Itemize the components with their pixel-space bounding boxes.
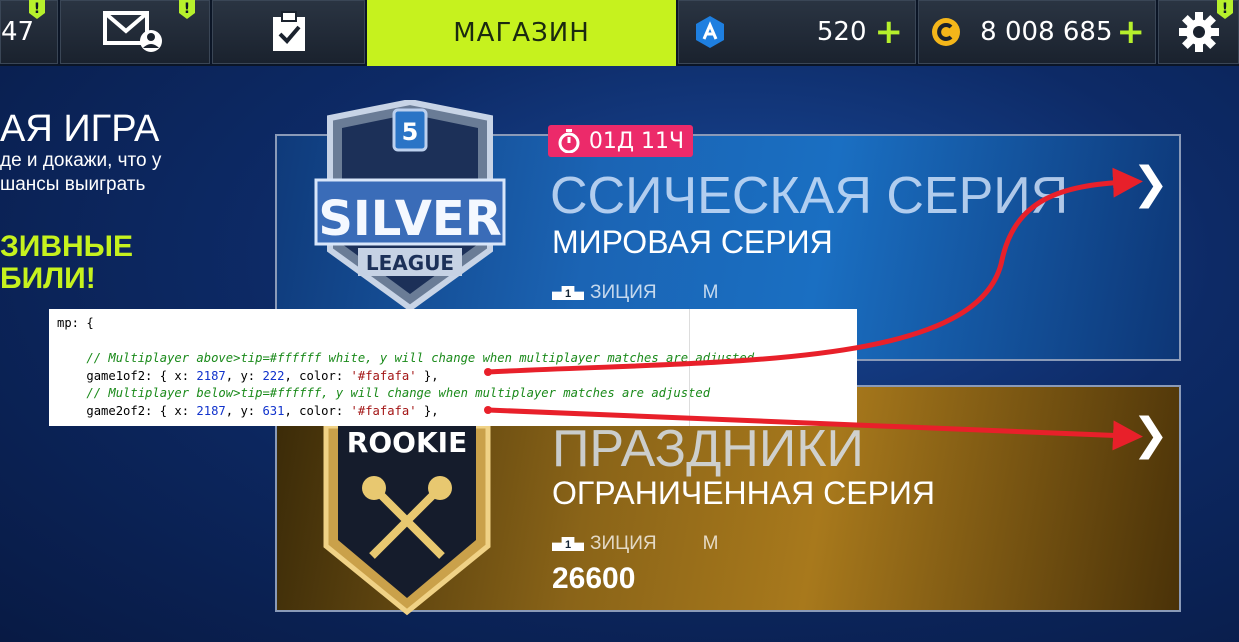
annotation-arrow-bottom — [487, 407, 1143, 451]
annotation-arrow-top-origin — [484, 368, 492, 376]
annotation-arrow-top — [487, 167, 1143, 375]
annotation-arrows — [484, 167, 1143, 451]
annotation-arrow-bottom-origin — [484, 406, 492, 414]
